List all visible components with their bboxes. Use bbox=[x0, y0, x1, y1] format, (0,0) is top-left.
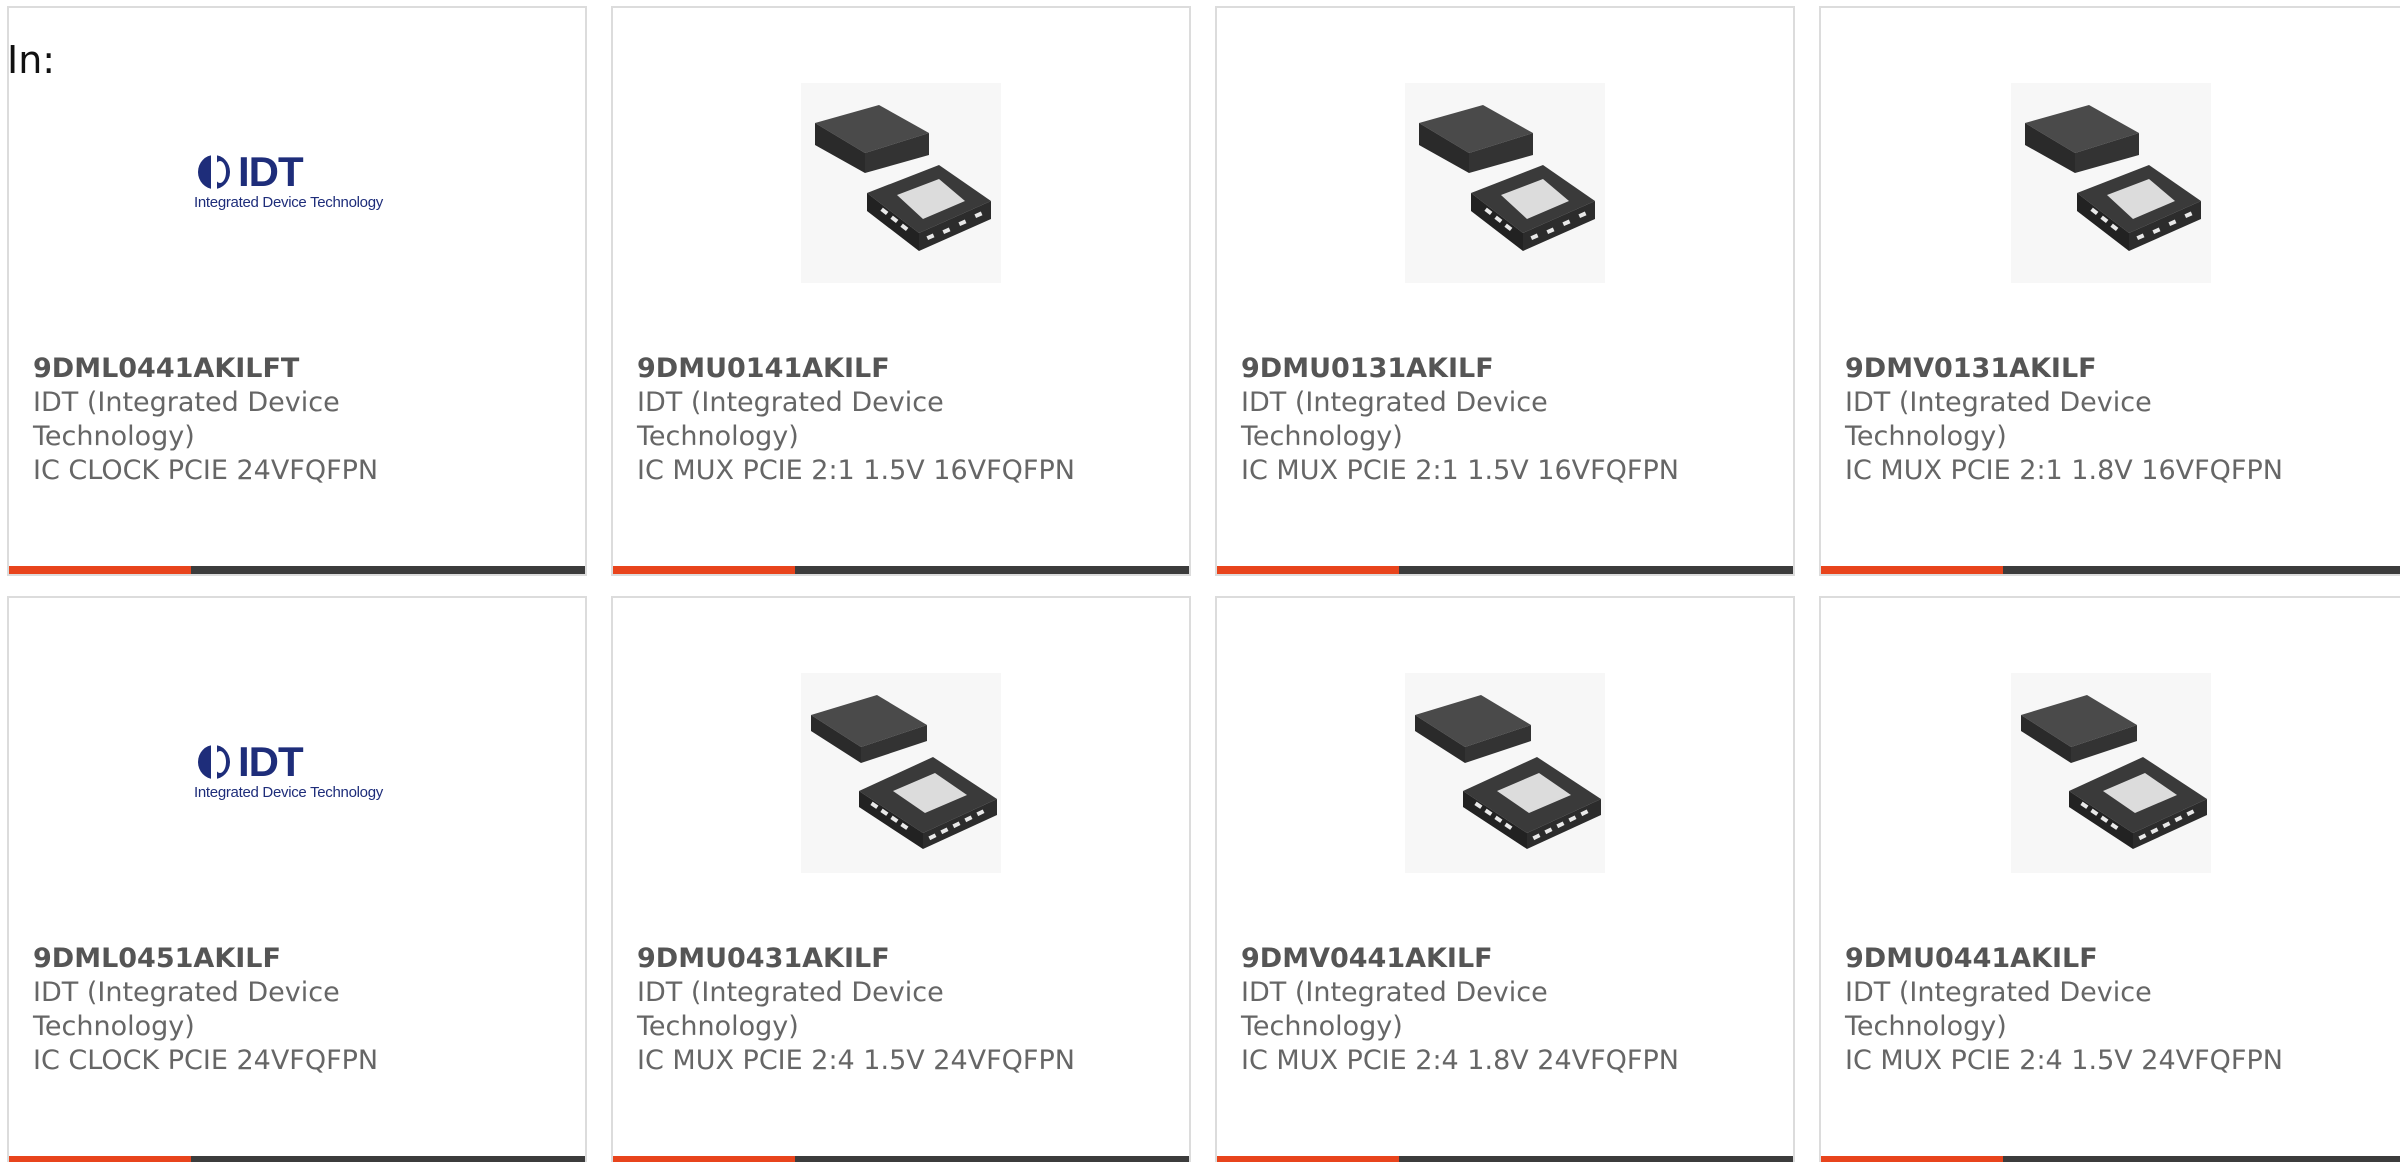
product-card[interactable]: 9DMU0431AKILF IDT (Integrated Device Tec… bbox=[611, 596, 1191, 1162]
part-number[interactable]: 9DMU0431AKILF bbox=[637, 942, 1165, 976]
part-number[interactable]: 9DMV0131AKILF bbox=[1845, 352, 2376, 386]
chip-16-qfn-icon bbox=[801, 83, 1001, 283]
chip-24-qfn-icon bbox=[801, 673, 1001, 873]
part-number[interactable]: 9DMU0141AKILF bbox=[637, 352, 1165, 386]
description: IC MUX PCIE 2:1 1.5V 16VFQFPN bbox=[1241, 455, 1679, 486]
chip-16-qfn-icon bbox=[1405, 83, 1605, 283]
card-bar-accent bbox=[9, 1156, 191, 1162]
manufacturer: IDT (Integrated Device Technology) bbox=[637, 977, 944, 1042]
logo-wordmark: IDT bbox=[238, 738, 304, 785]
card-bar bbox=[1217, 1156, 1793, 1162]
manufacturer: IDT (Integrated Device Technology) bbox=[1241, 977, 1548, 1042]
description: IC MUX PCIE 2:1 1.5V 16VFQFPN bbox=[637, 455, 1075, 486]
product-card[interactable]: 9DMV0441AKILF IDT (Integrated Device Tec… bbox=[1215, 596, 1795, 1162]
card-bar bbox=[1821, 1156, 2400, 1162]
manufacturer: IDT (Integrated Device Technology) bbox=[33, 977, 340, 1042]
card-bar-accent bbox=[613, 1156, 795, 1162]
chip-24-qfn-icon bbox=[2010, 673, 2211, 873]
card-bar bbox=[613, 566, 1189, 574]
logo-wordmark: IDT bbox=[238, 148, 304, 195]
chip-24-qfn-icon bbox=[1405, 673, 1605, 873]
description: IC MUX PCIE 2:4 1.5V 24VFQFPN bbox=[1845, 1045, 2283, 1076]
product-image bbox=[1217, 668, 1793, 878]
product-image: IDT Integrated Device Technology bbox=[9, 78, 585, 288]
card-bar bbox=[9, 566, 585, 574]
manufacturer: IDT (Integrated Device Technology) bbox=[637, 387, 944, 452]
manufacturer: IDT (Integrated Device Technology) bbox=[33, 387, 340, 452]
part-number[interactable]: 9DML0451AKILF bbox=[33, 942, 561, 976]
part-number[interactable]: 9DMU0131AKILF bbox=[1241, 352, 1769, 386]
description: IC MUX PCIE 2:4 1.5V 24VFQFPN bbox=[637, 1045, 1075, 1076]
manufacturer: IDT (Integrated Device Technology) bbox=[1241, 387, 1548, 452]
product-card[interactable]: 9DMU0131AKILF IDT (Integrated Device Tec… bbox=[1215, 6, 1795, 576]
description: IC MUX PCIE 2:4 1.8V 24VFQFPN bbox=[1241, 1045, 1679, 1076]
logo-tagline: Integrated Device Technology bbox=[194, 784, 383, 801]
manufacturer: IDT (Integrated Device Technology) bbox=[1845, 387, 2152, 452]
idt-mark-icon bbox=[198, 744, 230, 780]
card-bar-accent bbox=[1217, 1156, 1399, 1162]
card-bar-accent bbox=[9, 566, 191, 574]
product-card[interactable]: 9DMV0131AKILF IDT (Integrated Device Tec… bbox=[1819, 6, 2400, 576]
product-image bbox=[613, 668, 1189, 878]
card-bar-accent bbox=[1821, 566, 2003, 574]
product-card[interactable]: IDT Integrated Device Technology 9DML044… bbox=[7, 6, 587, 576]
product-grid: IDT Integrated Device Technology 9DML044… bbox=[0, 0, 2400, 1162]
product-image: IDT Integrated Device Technology bbox=[9, 668, 585, 878]
part-number[interactable]: 9DMU0441AKILF bbox=[1845, 942, 2376, 976]
idt-logo-icon: IDT Integrated Device Technology bbox=[192, 738, 402, 808]
product-image bbox=[1821, 78, 2400, 288]
product-card[interactable]: 9DMU0141AKILF IDT (Integrated Device Tec… bbox=[611, 6, 1191, 576]
card-bar bbox=[613, 1156, 1189, 1162]
card-bar bbox=[1821, 566, 2400, 574]
card-bar bbox=[9, 1156, 585, 1162]
product-image bbox=[1821, 668, 2400, 878]
card-bar-accent bbox=[1821, 1156, 2003, 1162]
product-card[interactable]: 9DMU0441AKILF IDT (Integrated Device Tec… bbox=[1819, 596, 2400, 1162]
description: IC CLOCK PCIE 24VFQFPN bbox=[33, 1045, 379, 1076]
product-image bbox=[613, 78, 1189, 288]
part-number[interactable]: 9DMV0441AKILF bbox=[1241, 942, 1769, 976]
product-card[interactable]: IDT Integrated Device Technology 9DML045… bbox=[7, 596, 587, 1162]
card-bar-accent bbox=[1217, 566, 1399, 574]
page-label: In: bbox=[7, 38, 56, 82]
card-bar bbox=[1217, 566, 1793, 574]
card-bar-accent bbox=[613, 566, 795, 574]
description: IC MUX PCIE 2:1 1.8V 16VFQFPN bbox=[1845, 455, 2283, 486]
part-number[interactable]: 9DML0441AKILFT bbox=[33, 352, 561, 386]
idt-mark-icon bbox=[198, 154, 230, 190]
manufacturer: IDT (Integrated Device Technology) bbox=[1845, 977, 2152, 1042]
logo-tagline: Integrated Device Technology bbox=[194, 194, 383, 211]
chip-16-qfn-icon bbox=[2010, 83, 2211, 283]
product-image bbox=[1217, 78, 1793, 288]
description: IC CLOCK PCIE 24VFQFPN bbox=[33, 455, 379, 486]
idt-logo-icon: IDT Integrated Device Technology bbox=[192, 148, 402, 218]
